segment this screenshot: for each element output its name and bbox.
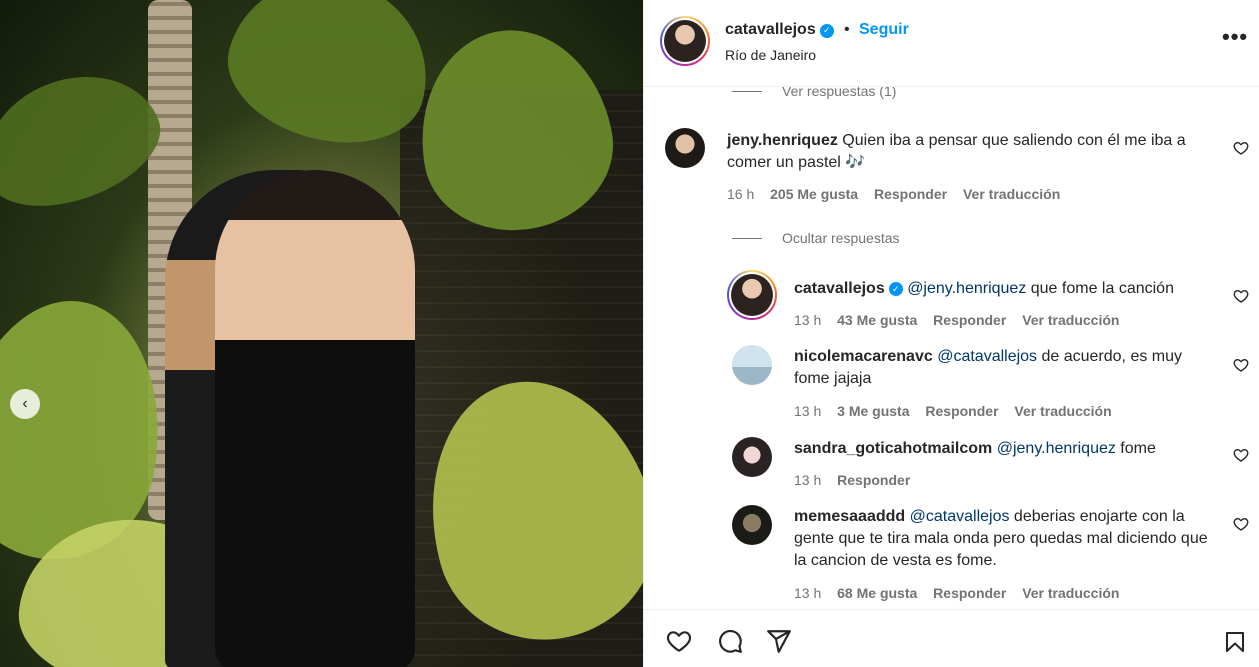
like-comment-heart-icon[interactable] xyxy=(1233,447,1249,463)
reply-button[interactable]: Responder xyxy=(874,186,947,202)
reply-avatar[interactable] xyxy=(732,437,772,477)
reply-text: sandra_goticahotmailcom @jeny.henriquez … xyxy=(794,440,1156,457)
post-header: catavallejos ✓ • Seguir Río de Janeiro ••… xyxy=(644,0,1259,87)
reply-avatar[interactable] xyxy=(732,505,772,545)
reply-meta: 13 h 43 Me gusta Responder Ver traducció… xyxy=(794,312,1131,328)
reply-likes[interactable]: 43 Me gusta xyxy=(837,312,917,328)
comment-icon[interactable] xyxy=(716,628,744,654)
reply-username[interactable]: memesaaaddd xyxy=(794,508,905,525)
comment-text: jeny.henriquez Quien iba a pensar que sa… xyxy=(727,132,1186,171)
author-username[interactable]: catavallejos ✓ xyxy=(725,21,834,39)
reply-time[interactable]: 13 h xyxy=(794,472,821,488)
person-right xyxy=(215,170,415,667)
author-avatar[interactable] xyxy=(660,16,710,66)
follow-button[interactable]: Seguir xyxy=(859,21,909,39)
translate-button[interactable]: Ver traducción xyxy=(1022,312,1119,328)
post-location[interactable]: Río de Janeiro xyxy=(725,47,816,63)
hide-replies-button[interactable]: Ocultar respuestas xyxy=(732,230,900,246)
post-panel: catavallejos ✓ • Seguir Río de Janeiro ••… xyxy=(643,0,1259,667)
bookmark-icon[interactable] xyxy=(1223,628,1247,656)
reply-button[interactable]: Responder xyxy=(837,472,910,488)
reply-mention[interactable]: @jeny.henriquez xyxy=(907,280,1026,297)
reply-button[interactable]: Responder xyxy=(933,585,1006,601)
post-photo[interactable]: ‹ xyxy=(0,0,643,667)
photo-prev-button[interactable]: ‹ xyxy=(10,389,40,419)
reply-button[interactable]: Responder xyxy=(933,312,1006,328)
reply-username[interactable]: sandra_goticahotmailcom xyxy=(794,440,992,457)
separator-dot: • xyxy=(844,21,850,38)
comments-thread[interactable]: Ver respuestas (1) jeny.henriquez Quien … xyxy=(644,87,1259,609)
comment-time[interactable]: 16 h xyxy=(727,186,754,202)
reply-meta: 13 h 68 Me gusta Responder Ver traducció… xyxy=(794,585,1131,601)
action-bar xyxy=(644,609,1259,667)
share-icon[interactable] xyxy=(765,628,793,654)
reply-mention[interactable]: @catavallejos xyxy=(910,508,1010,525)
reply-button[interactable]: Responder xyxy=(925,403,998,419)
more-icon[interactable]: ••• xyxy=(1222,24,1248,50)
reply-text: catavallejos ✓ @jeny.henriquez que fome l… xyxy=(794,280,1174,297)
translate-button[interactable]: Ver traducción xyxy=(963,186,1060,202)
reply-avatar[interactable] xyxy=(727,270,777,320)
view-replies-button[interactable]: Ver respuestas (1) xyxy=(732,87,896,99)
like-comment-heart-icon[interactable] xyxy=(1233,288,1249,304)
reply-avatar[interactable] xyxy=(732,345,772,385)
commenter-avatar[interactable] xyxy=(665,128,705,168)
reply-mention[interactable]: @catavallejos xyxy=(937,348,1037,365)
translate-button[interactable]: Ver traducción xyxy=(1014,403,1111,419)
verified-icon: ✓ xyxy=(888,282,903,296)
verified-icon: ✓ xyxy=(819,23,834,38)
reply-username[interactable]: catavallejos xyxy=(794,280,885,297)
reply-time[interactable]: 13 h xyxy=(794,403,821,419)
reply-time[interactable]: 13 h xyxy=(794,585,821,601)
comment-likes[interactable]: 205 Me gusta xyxy=(770,186,858,202)
reply-likes[interactable]: 68 Me gusta xyxy=(837,585,917,601)
like-comment-heart-icon[interactable] xyxy=(1233,140,1249,156)
reply-likes[interactable]: 3 Me gusta xyxy=(837,403,909,419)
comment-meta: 16 h 205 Me gusta Responder Ver traducci… xyxy=(727,186,1072,202)
reply-meta: 13 h 3 Me gusta Responder Ver traducción xyxy=(794,403,1124,419)
comment-username[interactable]: jeny.henriquez xyxy=(727,132,838,149)
reply-time[interactable]: 13 h xyxy=(794,312,821,328)
reply-text: nicolemacarenavc @catavallejos de acuerd… xyxy=(794,348,1183,387)
reply-mention[interactable]: @jeny.henriquez xyxy=(997,440,1116,457)
heart-icon[interactable] xyxy=(665,628,693,654)
like-comment-heart-icon[interactable] xyxy=(1233,357,1249,373)
chevron-left-icon: ‹ xyxy=(22,395,28,412)
reply-meta: 13 h Responder xyxy=(794,472,922,488)
reply-text: memesaaaddd @catavallejos deberias enoja… xyxy=(794,508,1208,569)
like-comment-heart-icon[interactable] xyxy=(1233,516,1249,532)
reply-username[interactable]: nicolemacarenavc xyxy=(794,348,933,365)
translate-button[interactable]: Ver traducción xyxy=(1022,585,1119,601)
